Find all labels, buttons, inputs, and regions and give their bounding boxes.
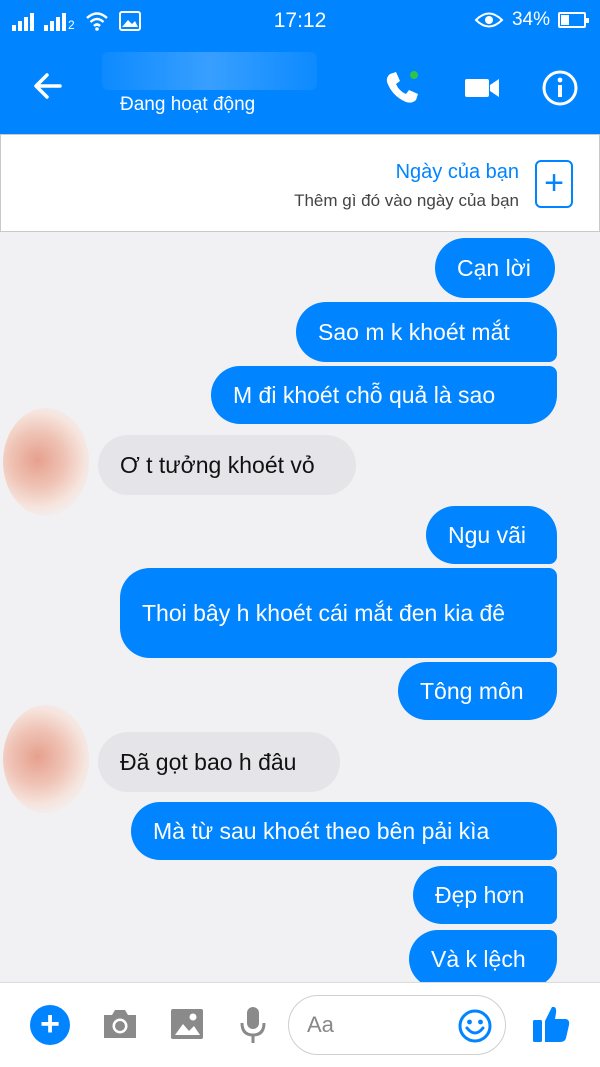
message-input-box[interactable] bbox=[288, 995, 506, 1055]
contact-avatar[interactable] bbox=[3, 705, 89, 813]
thumbs-up-icon[interactable] bbox=[530, 1003, 572, 1045]
status-bar: 2 17:12 34% bbox=[0, 0, 600, 42]
my-day-subtitle: Thêm gì đó vào ngày của bạn bbox=[294, 191, 519, 210]
info-icon[interactable] bbox=[540, 68, 580, 108]
outgoing-message[interactable]: Mà từ sau khoét theo bên pải kìa bbox=[131, 802, 557, 860]
contact-avatar[interactable] bbox=[3, 408, 89, 516]
battery-icon bbox=[558, 12, 589, 28]
plus-icon[interactable]: + bbox=[30, 1005, 70, 1045]
battery-percent: 34% bbox=[511, 9, 550, 30]
back-arrow-icon[interactable] bbox=[30, 68, 66, 104]
my-day-banner[interactable]: Ngày của bạn Thêm gì đó vào ngày của bạn… bbox=[0, 134, 600, 232]
outgoing-message[interactable]: Cạn lời bbox=[435, 238, 555, 298]
message-composer: + bbox=[0, 982, 600, 1067]
status-icons-right: 34% bbox=[474, 9, 589, 31]
eye-icon bbox=[474, 12, 504, 28]
incoming-message[interactable]: Đã gọt bao h đâu bbox=[98, 732, 340, 792]
presence-status: Đang hoạt động bbox=[120, 94, 256, 115]
outgoing-message[interactable]: Đẹp hơn bbox=[413, 866, 557, 924]
outgoing-message[interactable]: Và k lệch bbox=[409, 930, 557, 988]
phone-icon[interactable] bbox=[382, 68, 422, 108]
microphone-icon[interactable] bbox=[238, 1005, 268, 1045]
message-input[interactable] bbox=[307, 1008, 457, 1042]
outgoing-message[interactable]: M đi khoét chỗ quả là sao bbox=[211, 366, 557, 424]
my-day-title[interactable]: Ngày của bạn bbox=[396, 161, 519, 184]
conversation-header: Đang hoạt động bbox=[0, 42, 600, 134]
contact-name-blurred[interactable] bbox=[102, 52, 317, 90]
outgoing-message[interactable]: Sao m k khoét mắt bbox=[296, 302, 557, 362]
outgoing-message[interactable]: Tông môn bbox=[398, 662, 557, 720]
outgoing-message[interactable]: Thoi bây h khoét cái mắt đen kia đê bbox=[120, 568, 557, 658]
camera-icon[interactable] bbox=[101, 1007, 139, 1041]
outgoing-message[interactable]: Ngu vãi bbox=[426, 506, 557, 564]
emoji-icon[interactable] bbox=[457, 1008, 493, 1044]
video-camera-icon[interactable] bbox=[462, 68, 502, 108]
image-icon[interactable] bbox=[169, 1007, 205, 1041]
incoming-message[interactable]: Ơ t tưởng khoét vỏ bbox=[98, 435, 356, 495]
add-story-button[interactable]: + bbox=[535, 160, 573, 208]
